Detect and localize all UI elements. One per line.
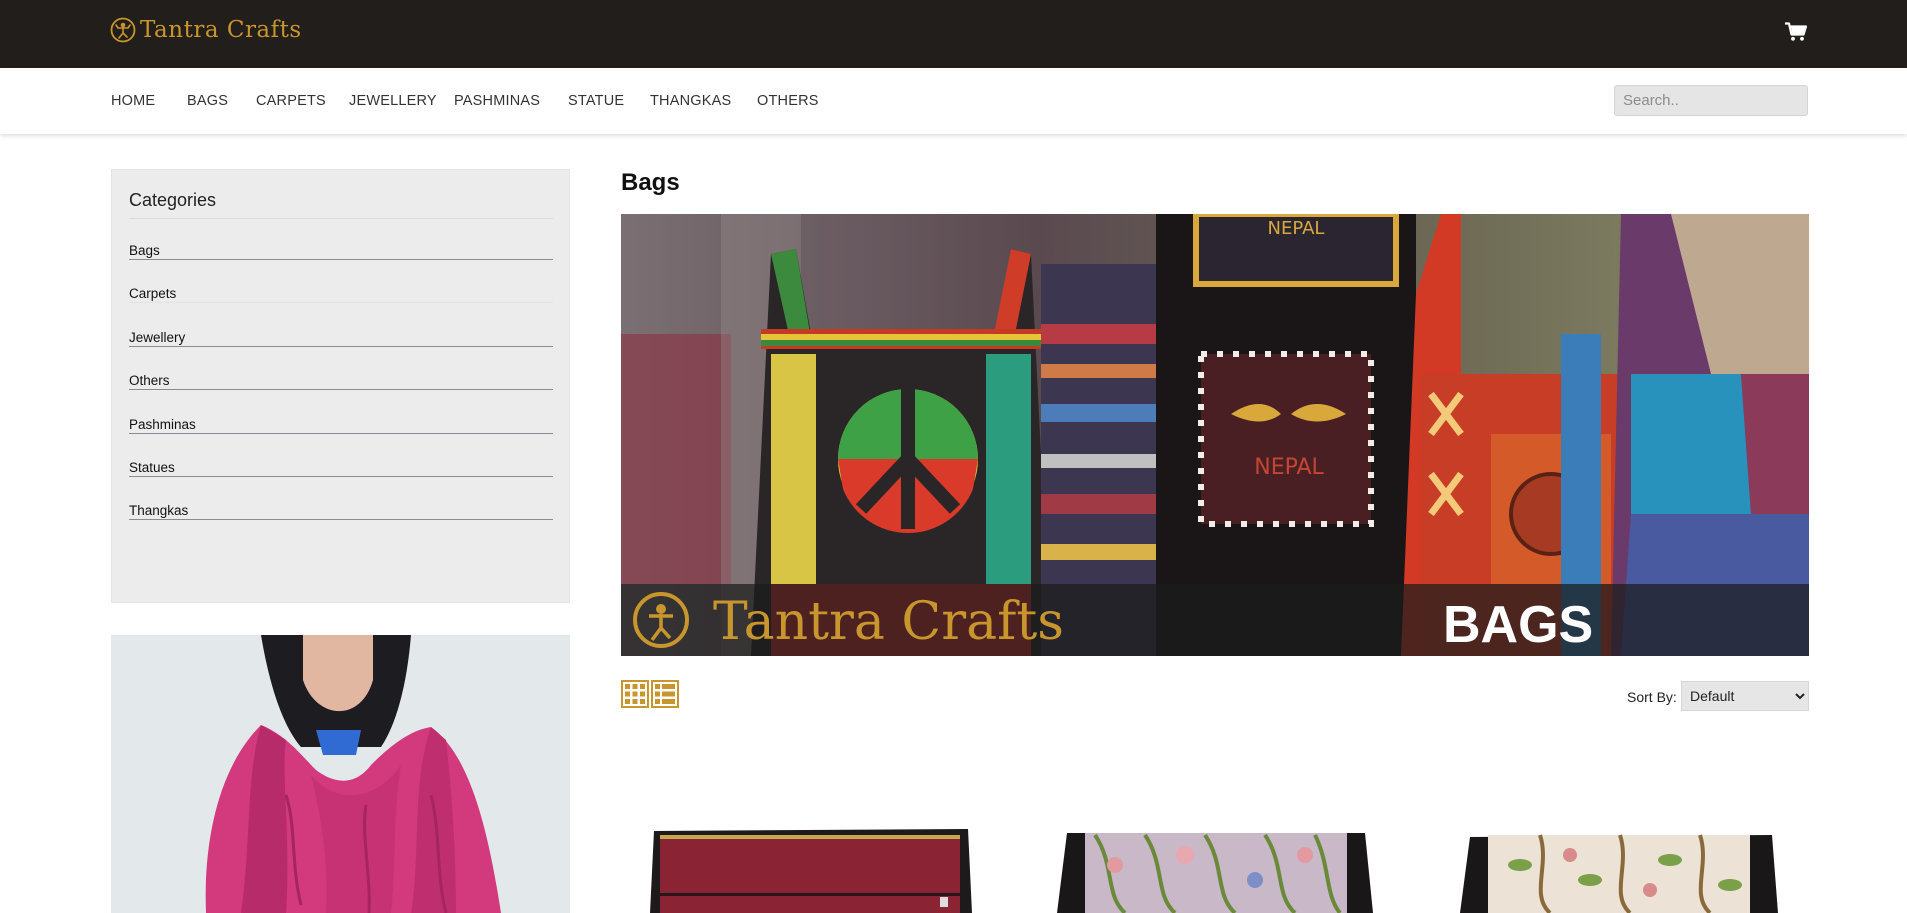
banner-nepal-top: NEPAL <box>1268 218 1325 239</box>
categories-title: Categories <box>129 190 217 210</box>
product-card[interactable] <box>1460 825 1780 913</box>
main-navigation: HOME BAGS CARPETS JEWELLERY PASHMINAS ST… <box>0 68 1907 134</box>
nav-others[interactable]: OTHERS <box>757 93 819 109</box>
sort-select[interactable]: Default <box>1681 681 1809 711</box>
cart-button[interactable] <box>1785 22 1808 47</box>
banner-brand-text: Tantra Crafts <box>713 592 1064 652</box>
category-link-pashminas[interactable]: Pashminas <box>129 417 553 434</box>
grid-view-icon <box>621 680 649 708</box>
product-card[interactable] <box>650 825 972 913</box>
page-title: Bags <box>621 169 680 196</box>
banner-label: BAGS <box>1443 596 1593 654</box>
banner-nepal-mid: NEPAL <box>1254 455 1324 480</box>
logo-text: Tantra Crafts <box>140 17 302 43</box>
nav-statue[interactable]: STATUE <box>568 93 624 109</box>
nav-carpets[interactable]: CARPETS <box>256 93 326 109</box>
list-view-button[interactable] <box>651 680 679 708</box>
category-link-bags[interactable]: Bags <box>129 243 553 260</box>
logo[interactable]: Tantra Crafts <box>110 17 302 43</box>
categories-panel: Categories Bags Carpets Jewellery Others… <box>111 169 570 603</box>
nav-jewellery[interactable]: JEWELLERY <box>349 93 437 109</box>
divider <box>129 218 553 219</box>
category-link-thangkas[interactable]: Thangkas <box>129 503 553 520</box>
category-link-carpets[interactable]: Carpets <box>129 286 553 303</box>
nav-pashminas[interactable]: PASHMINAS <box>454 93 540 109</box>
product-card[interactable] <box>1055 825 1375 913</box>
dancer-emblem-icon <box>110 17 136 43</box>
category-link-statues[interactable]: Statues <box>129 460 553 477</box>
pashmina-promo-image[interactable] <box>111 635 570 913</box>
nav-home[interactable]: HOME <box>111 93 155 109</box>
sort-by-label: Sort By: <box>1627 689 1677 705</box>
category-link-jewellery[interactable]: Jewellery <box>129 330 553 347</box>
search-input[interactable] <box>1614 85 1808 116</box>
top-header: Tantra Crafts <box>0 0 1907 68</box>
list-view-icon <box>651 680 679 708</box>
shopping-cart-icon <box>1785 22 1808 41</box>
nav-thangkas[interactable]: THANGKAS <box>650 93 731 109</box>
category-link-others[interactable]: Others <box>129 373 553 390</box>
nav-bags[interactable]: BAGS <box>187 93 228 109</box>
bags-banner: NEPAL NEPAL Tantra Crafts BAGS <box>621 214 1809 656</box>
grid-view-button[interactable] <box>621 680 649 708</box>
